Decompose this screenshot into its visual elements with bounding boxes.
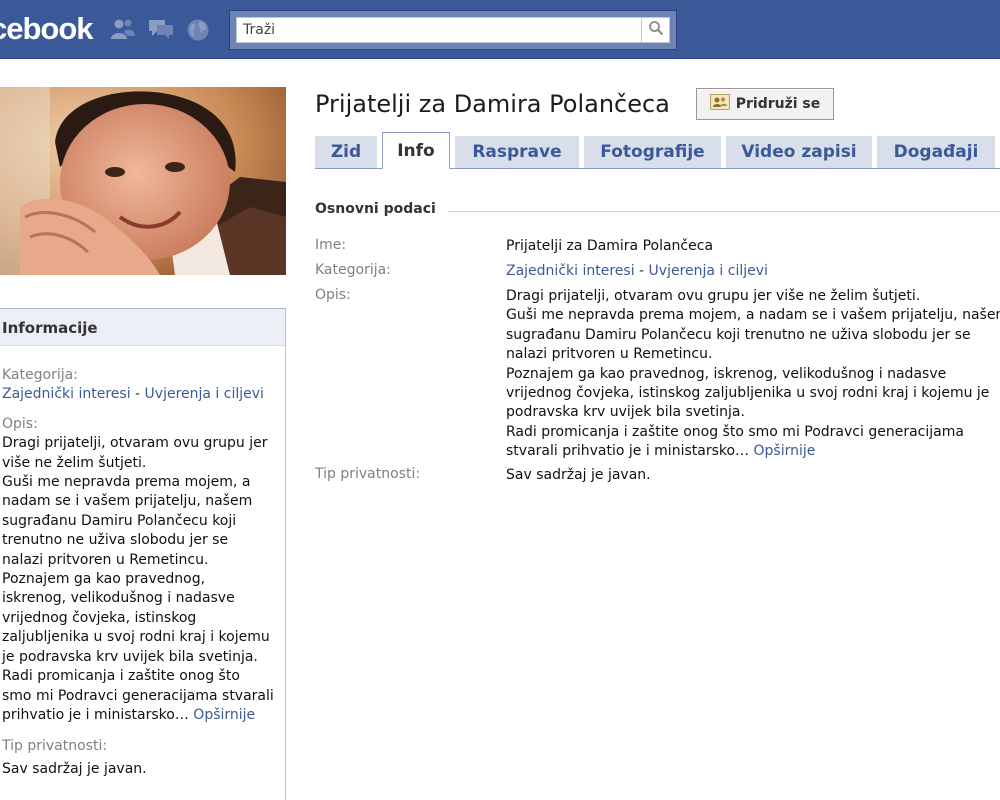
join-group-icon [709,94,730,114]
description-line: sugrađanu Damiru Polančecu koji [2,512,237,529]
tab-label: Zid [330,142,362,162]
description-line: trenutno ne uživa slobodu jer se [2,532,229,549]
description-last-line: stvarali prihvatio je i ministarsko… Opš… [506,442,1000,461]
description-label: Opis: [2,415,38,432]
description-line: Radi promicanja i zaštite onog što smo m… [506,423,964,440]
privacy-value: Sav sadržaj je javan. [2,760,147,777]
description-line: zaljubljenika u svoj rodni kraj i kojemu [2,629,270,646]
description-line: podravska krv uvijek bila svetinja. [506,404,745,421]
join-group-button[interactable]: Pridruži se [696,88,834,120]
tab-wall[interactable]: Zid [315,136,377,168]
description-truncated-text: stvarali prihvatio je i ministarsko… [506,443,750,460]
privacy-label: Tip privatnosti: [315,466,421,482]
group-tabs: Zid Info Rasprave Fotografije Video zapi… [315,132,1000,169]
tab-info[interactable]: Info [382,132,450,169]
description-last-line: prihvatio je i ministarsko… Opširnije [2,706,281,725]
description-line: Poznajem ga kao pravednog, iskrenog, vel… [506,365,947,382]
tab-label: Događaji [893,142,979,162]
category-link-shared-interests[interactable]: Zajednički interesi [506,263,635,279]
group-profile-picture[interactable] [0,87,286,275]
category-link-beliefs-goals[interactable]: Uvjerenja i ciljevi [649,263,768,279]
tab-label: Fotografije [600,142,705,162]
tab-discussions[interactable]: Rasprave [455,136,579,168]
description-line: Poznajem ga kao pravednog, [2,571,206,588]
description-text: Dragi prijatelji, otvaram ovu grupu jer … [506,287,1000,462]
category-links: Zajednički interesi - Uvjerenja i ciljev… [506,262,1000,281]
category-label: Kategorija: [315,262,391,278]
information-box: Informacije Kategorija: Zajednički inter… [0,308,286,800]
search-input[interactable] [236,17,642,43]
search-bar [229,10,677,50]
description-line: nalazi pritvoren u Remetincu. [2,551,209,568]
privacy-label: Tip privatnosti: [2,738,108,755]
description-line: vrijednog čovjeka, istinskog zaljubljeni… [506,385,990,402]
description-line: nalazi pritvoren u Remetincu. [506,346,713,363]
see-more-link[interactable]: Opširnije [193,707,255,723]
description-line: Dragi prijatelji, otvaram ovu grupu jer [2,435,268,452]
description-line: vrijednog čovjeka, istinskog [2,609,197,626]
description-line: Dragi prijatelji, otvaram ovu grupu jer … [506,288,921,304]
tab-events[interactable]: Događaji [877,136,995,168]
see-more-link[interactable]: Opširnije [754,443,816,459]
description-truncated-text: prihvatio je i ministarsko… [2,706,189,723]
top-bar: cebook [0,0,1000,59]
section-divider [448,211,1000,212]
category-links: Zajednički interesi - Uvjerenja i ciljev… [2,385,281,404]
group-title: Prijatelji za Damira Polančeca [315,90,670,118]
search-icon [648,20,664,40]
description-line: Guši me nepravda prema mojem, a [2,474,251,491]
description-text: Dragi prijatelji, otvaram ovu grupu jer … [2,434,281,725]
notifications-globe-icon[interactable] [186,18,210,46]
basic-info-title: Osnovni podaci [315,201,436,217]
messages-icon[interactable] [148,18,174,44]
category-link-beliefs-goals[interactable]: Uvjerenja i ciljevi [145,386,264,402]
name-value: Prijatelji za Damira Polančeca [506,238,714,254]
description-label: Opis: [315,287,351,303]
category-separator: - [634,263,649,279]
friends-icon[interactable] [110,18,136,44]
description-line: iskrenog, velikodušnog i nadasve [2,590,235,607]
name-label: Ime: [315,237,347,253]
search-button[interactable] [642,17,670,43]
facebook-logo[interactable]: cebook [0,11,94,47]
tab-photos[interactable]: Fotografije [584,136,721,168]
category-label: Kategorija: [2,367,78,383]
tab-label: Rasprave [472,142,562,162]
tab-label: Info [397,140,435,161]
description-line: smo mi Podravci generacijama stvarali [2,687,274,704]
description-line: je podravska krv uvijek bila svetinja. [2,648,258,665]
description-line: sugrađanu Damiru Polančecu koji trenutno… [506,326,971,343]
tab-label: Video zapisi [741,142,857,162]
description-line: nadam se i vašem prijatelju, našem [2,493,253,510]
tab-videos[interactable]: Video zapisi [726,136,872,168]
description-line: Guši me nepravda prema mojem, a nadam se… [506,307,1000,324]
category-separator: - [130,386,145,403]
description-line: Radi promicanja i zaštite onog što [2,668,240,685]
description-line: više ne želim šutjeti. [2,454,147,471]
privacy-value: Sav sadržaj je javan. [506,467,651,483]
join-group-label: Pridruži se [735,96,821,112]
information-header: Informacije [0,308,285,346]
category-link-shared-interests[interactable]: Zajednički interesi [2,386,131,402]
